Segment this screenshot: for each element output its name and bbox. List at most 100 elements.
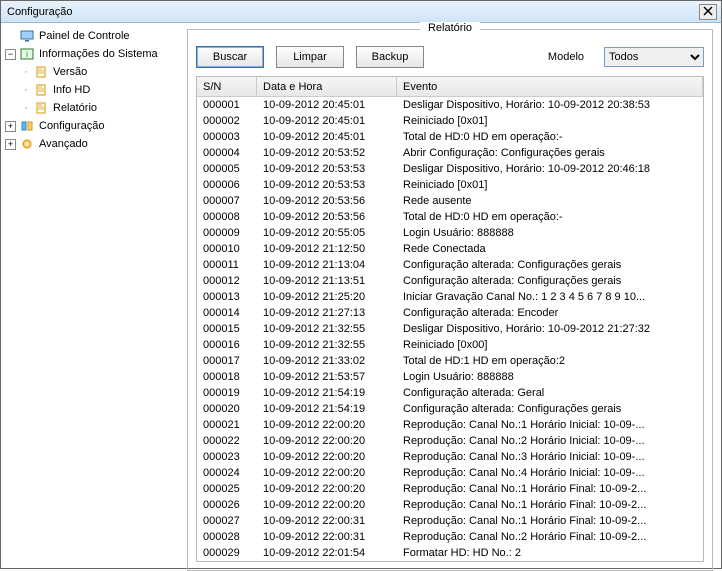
clear-button[interactable]: Limpar (276, 46, 344, 68)
expand-icon[interactable]: + (5, 139, 16, 150)
cell-event: Reprodução: Canal No.:1 Horário Final: 1… (397, 499, 703, 511)
cell-event: Configuração alterada: Configurações ger… (397, 259, 703, 271)
cell-sn: 000005 (197, 163, 257, 175)
cell-datetime: 10-09-2012 22:00:31 (257, 515, 397, 527)
cell-sn: 000002 (197, 115, 257, 127)
table-row[interactable]: 00002410-09-2012 22:00:20Reprodução: Can… (197, 465, 703, 481)
table-row[interactable]: 00002510-09-2012 22:00:20Reprodução: Can… (197, 481, 703, 497)
table-row[interactable]: 00001110-09-2012 21:13:04Configuração al… (197, 257, 703, 273)
table-row[interactable]: 00002110-09-2012 22:00:20Reprodução: Can… (197, 417, 703, 433)
table-row[interactable]: 00000710-09-2012 20:53:56Rede ausente (197, 193, 703, 209)
cell-event: Configuração alterada: Configurações ger… (397, 275, 703, 287)
cell-sn: 000026 (197, 499, 257, 511)
cell-datetime: 10-09-2012 20:53:56 (257, 195, 397, 207)
tree-control-panel[interactable]: Painel de Controle (3, 27, 181, 45)
cell-datetime: 10-09-2012 21:54:19 (257, 403, 397, 415)
col-datetime[interactable]: Data e Hora (257, 77, 397, 96)
cell-event: Desligar Dispositivo, Horário: 10-09-201… (397, 323, 703, 335)
cell-event: Reprodução: Canal No.:4 Horário Inicial:… (397, 467, 703, 479)
cell-datetime: 10-09-2012 21:32:55 (257, 339, 397, 351)
model-select[interactable]: Todos (604, 47, 704, 67)
cell-sn: 000008 (197, 211, 257, 223)
close-button[interactable] (699, 4, 717, 20)
table-row[interactable]: 00002710-09-2012 22:00:31Reprodução: Can… (197, 513, 703, 529)
table-row[interactable]: 00001410-09-2012 21:27:13Configuração al… (197, 305, 703, 321)
table-row[interactable]: 00000410-09-2012 20:53:52Abrir Configura… (197, 145, 703, 161)
table-row[interactable]: 00002910-09-2012 22:01:54Formatar HD: HD… (197, 545, 703, 561)
table-row[interactable]: 00001610-09-2012 21:32:55Reiniciado [0x0… (197, 337, 703, 353)
tree-label: Configuração (39, 120, 104, 132)
titlebar: Configuração (1, 1, 721, 23)
table-row[interactable]: 00000210-09-2012 20:45:01Reiniciado [0x0… (197, 113, 703, 129)
cell-event: Configuração alterada: Geral (397, 387, 703, 399)
tree-info-hd[interactable]: · Info HD (3, 81, 181, 99)
backup-button[interactable]: Backup (356, 46, 424, 68)
tree-label: Painel de Controle (39, 30, 130, 42)
cell-sn: 000024 (197, 467, 257, 479)
col-sn[interactable]: S/N (197, 77, 257, 96)
tree-system-info[interactable]: − i Informações do Sistema (3, 45, 181, 63)
info-icon: i (19, 47, 35, 61)
cell-datetime: 10-09-2012 21:13:51 (257, 275, 397, 287)
table-row[interactable]: 00001510-09-2012 21:32:55Desligar Dispos… (197, 321, 703, 337)
tree-label: Avançado (39, 138, 88, 150)
tree-config[interactable]: + Configuração (3, 117, 181, 135)
toolbar: Buscar Limpar Backup Modelo Todos (196, 44, 704, 76)
table-row[interactable]: 00002810-09-2012 22:00:31Reprodução: Can… (197, 529, 703, 545)
cell-event: Rede Conectada (397, 243, 703, 255)
cell-event: Reprodução: Canal No.:1 Horário Final: 1… (397, 483, 703, 495)
cell-sn: 000011 (197, 259, 257, 271)
cell-event: Configuração alterada: Encoder (397, 307, 703, 319)
cell-event: Login Usuário: 888888 (397, 227, 703, 239)
table-row[interactable]: 00000910-09-2012 20:55:05Login Usuário: … (197, 225, 703, 241)
tree-version[interactable]: · Versão (3, 63, 181, 81)
table-row[interactable]: 00000510-09-2012 20:53:53Desligar Dispos… (197, 161, 703, 177)
table-row[interactable]: 00002610-09-2012 22:00:20Reprodução: Can… (197, 497, 703, 513)
table-row[interactable]: 00001310-09-2012 21:25:20Iniciar Gravaçã… (197, 289, 703, 305)
table-row[interactable]: 00002010-09-2012 21:54:19Configuração al… (197, 401, 703, 417)
monitor-icon (19, 29, 35, 43)
cell-datetime: 10-09-2012 20:45:01 (257, 99, 397, 111)
cell-event: Reprodução: Canal No.:1 Horário Inicial:… (397, 419, 703, 431)
expand-icon[interactable]: + (5, 121, 16, 132)
cell-datetime: 10-09-2012 20:53:53 (257, 163, 397, 175)
table-row[interactable]: 00002310-09-2012 22:00:20Reprodução: Can… (197, 449, 703, 465)
table-row[interactable]: 00001210-09-2012 21:13:51Configuração al… (197, 273, 703, 289)
cell-sn: 000010 (197, 243, 257, 255)
cell-event: Formatar HD: HD No.: 2 (397, 547, 703, 559)
cell-sn: 000015 (197, 323, 257, 335)
table-row[interactable]: 00001710-09-2012 21:33:02Total de HD:1 H… (197, 353, 703, 369)
search-button[interactable]: Buscar (196, 46, 264, 68)
tree-report[interactable]: · Relatório (3, 99, 181, 117)
cell-sn: 000009 (197, 227, 257, 239)
table-row[interactable]: 00000110-09-2012 20:45:01Desligar Dispos… (197, 97, 703, 113)
collapse-icon[interactable]: − (5, 49, 16, 60)
cell-datetime: 10-09-2012 20:45:01 (257, 131, 397, 143)
table-row[interactable]: 00001010-09-2012 21:12:50Rede Conectada (197, 241, 703, 257)
cell-sn: 000003 (197, 131, 257, 143)
tree-view: Painel de Controle − i Informações do Si… (1, 23, 183, 568)
model-label: Modelo (548, 51, 584, 63)
table-row[interactable]: 00000810-09-2012 20:53:56Total de HD:0 H… (197, 209, 703, 225)
cell-sn: 000004 (197, 147, 257, 159)
cell-sn: 000020 (197, 403, 257, 415)
table-row[interactable]: 00001910-09-2012 21:54:19Configuração al… (197, 385, 703, 401)
table-row[interactable]: 00001810-09-2012 21:53:57Login Usuário: … (197, 369, 703, 385)
table-row[interactable]: 00000310-09-2012 20:45:01Total de HD:0 H… (197, 129, 703, 145)
cell-event: Reiniciado [0x01] (397, 115, 703, 127)
cell-sn: 000021 (197, 419, 257, 431)
tree-advanced[interactable]: + Avançado (3, 135, 181, 153)
cell-event: Total de HD:1 HD em operação:2 (397, 355, 703, 367)
cell-datetime: 10-09-2012 22:00:20 (257, 499, 397, 511)
cell-sn: 000019 (197, 387, 257, 399)
col-event[interactable]: Evento (397, 77, 703, 96)
cell-datetime: 10-09-2012 21:54:19 (257, 387, 397, 399)
cell-datetime: 10-09-2012 21:33:02 (257, 355, 397, 367)
cell-sn: 000014 (197, 307, 257, 319)
table-row[interactable]: 00002210-09-2012 22:00:20Reprodução: Can… (197, 433, 703, 449)
cell-datetime: 10-09-2012 22:00:20 (257, 467, 397, 479)
table-body[interactable]: 00000110-09-2012 20:45:01Desligar Dispos… (197, 97, 703, 561)
cell-event: Reprodução: Canal No.:2 Horário Inicial:… (397, 435, 703, 447)
cell-event: Reiniciado [0x01] (397, 179, 703, 191)
table-row[interactable]: 00000610-09-2012 20:53:53Reiniciado [0x0… (197, 177, 703, 193)
